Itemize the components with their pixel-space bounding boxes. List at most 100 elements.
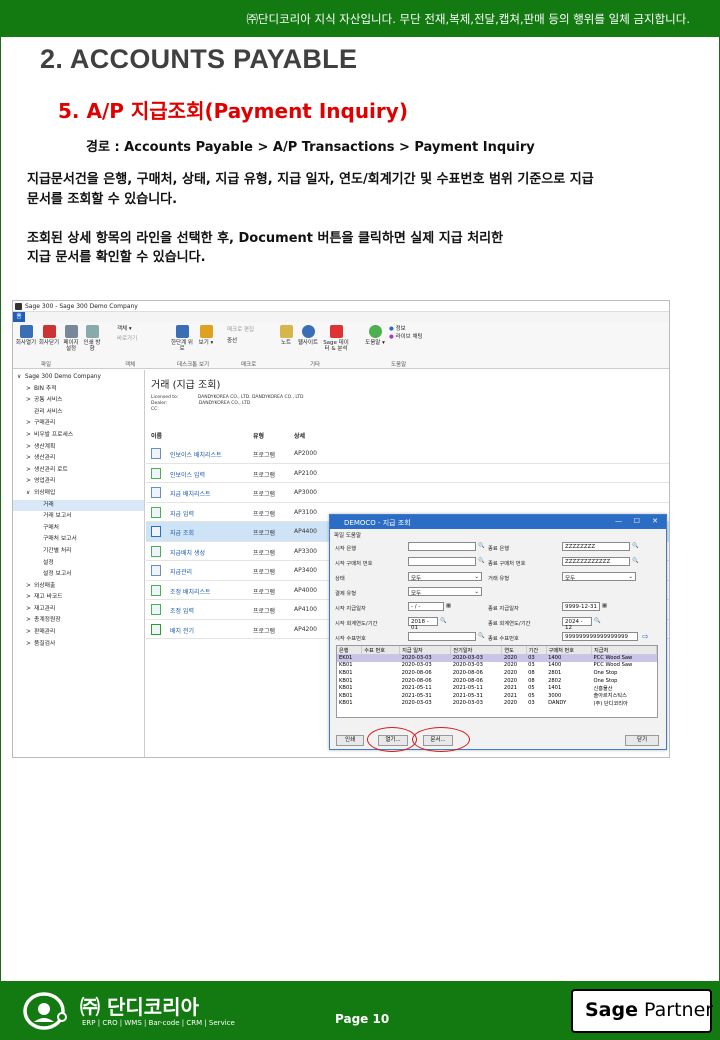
tree-arrow-icon[interactable]: > xyxy=(26,627,34,639)
grid-column-header[interactable]: 전기일자 xyxy=(450,646,503,654)
tree-item[interactable]: 설정 보고서 xyxy=(13,569,144,581)
to-vendor-field[interactable]: ZZZZZZZZZZZZ xyxy=(562,557,630,566)
grid-column-header[interactable]: 지급 일자 xyxy=(399,646,452,654)
tree-item[interactable]: > 재고관리 xyxy=(13,604,144,616)
tree-arrow-icon[interactable]: > xyxy=(26,465,34,477)
tree-item[interactable]: > 외상매출 xyxy=(13,581,144,593)
tree-item[interactable]: 거래 보고서 xyxy=(13,511,144,523)
tree-item[interactable]: 거래 xyxy=(13,499,144,512)
tree-arrow-icon[interactable]: > xyxy=(26,384,34,396)
close-company-button[interactable]: 회사닫기 xyxy=(38,325,60,346)
tree-arrow-icon[interactable]: > xyxy=(26,476,34,488)
edit-macro-button[interactable]: 매크로 편집 xyxy=(227,327,269,333)
close-icon[interactable]: ✕ xyxy=(652,517,658,525)
tree-item[interactable]: > 재고 바코드 xyxy=(13,592,144,604)
program-name[interactable]: 인보이스 배치리스트 xyxy=(170,450,222,459)
program-name[interactable]: 배치 전기 xyxy=(170,626,194,635)
tree-arrow-icon[interactable]: > xyxy=(26,604,34,616)
from-period-field[interactable]: 2018 - 01 xyxy=(408,617,438,631)
grid-row[interactable]: KB01 2020-08-06 2020-08-06 2020 08 2802 One St… xyxy=(337,677,657,685)
page-setup-button[interactable]: 페이지 설정 xyxy=(61,325,81,352)
grid-row[interactable]: KB01 2021-05-31 2021-05-31 2021 05 3000 솔아르지스틱… xyxy=(337,692,657,700)
tree-arrow-icon[interactable]: > xyxy=(26,453,34,465)
tree-arrow-icon[interactable]: ∨ xyxy=(17,372,25,384)
calendar-icon[interactable]: ▦ xyxy=(602,603,607,609)
search-icon[interactable]: 🔍 xyxy=(440,618,447,624)
program-name[interactable]: 조정 입력 xyxy=(170,606,194,615)
program-name[interactable]: 지급 입력 xyxy=(170,509,194,518)
status-select[interactable]: 모두 ⌄ xyxy=(408,572,482,582)
grid-row[interactable]: KB01 2020-08-06 2020-08-06 2020 08 2801 One St… xyxy=(337,669,657,677)
program-name[interactable]: 인보이스 입력 xyxy=(170,470,205,479)
tree-arrow-icon[interactable]: > xyxy=(26,442,34,454)
search-icon[interactable]: 🔍 xyxy=(478,633,485,639)
tree-item[interactable]: ∨ Sage 300 Demo Company xyxy=(13,372,144,384)
middle-line-button[interactable]: 중선 xyxy=(227,338,257,344)
tree-arrow-icon[interactable]: > xyxy=(26,639,34,651)
grid-column-header[interactable]: 기간 xyxy=(526,646,547,654)
to-check-field[interactable]: 999999999999999999 xyxy=(562,632,638,641)
tree-item[interactable]: > 비우발 프로세스 xyxy=(13,430,144,442)
from-bank-field[interactable] xyxy=(408,542,476,551)
tree-arrow-icon[interactable]: > xyxy=(26,592,34,604)
go-arrow-icon[interactable]: ⇨ xyxy=(642,632,649,641)
close-button[interactable]: 닫기 xyxy=(625,735,659,746)
from-date-field[interactable]: - / - xyxy=(408,602,444,611)
object-button[interactable]: 객체 ▾ xyxy=(117,326,145,332)
txn-type-select[interactable]: 모두 ⌄ xyxy=(562,572,636,582)
grid-column-header[interactable]: 연도 xyxy=(501,646,527,654)
tree-item[interactable]: > 영업관리 xyxy=(13,476,144,488)
program-row[interactable]: 지급 배치리스트 프로그램 AP3000 xyxy=(146,483,669,503)
tree-item[interactable]: 관리 서비스 xyxy=(13,407,144,419)
grid-row[interactable]: KB01 2021-05-11 2021-05-11 2021 05 1401 신흥물산 xyxy=(337,684,657,692)
grid-row[interactable]: KB01 2020-03-03 2020-03-03 2020 03 DANDY (주) 단… xyxy=(337,700,657,708)
grid-row[interactable]: EK01 2020-03-03 2020-03-03 2020 03 1400 PCC Wo… xyxy=(337,654,657,662)
tree-arrow-icon[interactable]: > xyxy=(26,581,34,593)
to-date-field[interactable]: 9999-12-31 xyxy=(562,602,600,611)
tree-item[interactable]: 기간별 처리 xyxy=(13,546,144,558)
tree-item[interactable]: ∨ 외상매입 xyxy=(13,488,144,500)
grid-column-header[interactable]: 지급처 xyxy=(591,646,657,654)
info-button[interactable]: ● 정보 xyxy=(389,326,419,332)
tree-item[interactable]: > 생산관리 xyxy=(13,453,144,465)
pay-type-select[interactable]: 모두 ⌄ xyxy=(408,587,482,597)
dialog-menu[interactable]: 파일 도움말 xyxy=(330,529,666,539)
tree-item[interactable]: > 생산계획 xyxy=(13,442,144,454)
program-row[interactable]: 인보이스 입력 프로그램 AP2100 xyxy=(146,464,669,483)
tree-item[interactable]: > BIN 추적 xyxy=(13,384,144,396)
col-type-header[interactable]: 유형 xyxy=(253,431,264,440)
grid-column-header[interactable]: 수표 번호 xyxy=(361,646,401,654)
up-level-button[interactable]: 한단계 위로 xyxy=(171,325,193,352)
from-check-field[interactable] xyxy=(408,632,476,641)
tree-item[interactable]: > 품질검사 xyxy=(13,639,144,651)
search-icon[interactable]: 🔍 xyxy=(478,543,485,549)
program-name[interactable]: 지급 배치리스트 xyxy=(170,489,211,498)
website-button[interactable]: 웹사이트 xyxy=(296,325,320,346)
print-button[interactable]: 인쇄 xyxy=(336,735,364,746)
tree-arrow-icon[interactable]: > xyxy=(26,430,34,442)
to-bank-field[interactable]: ZZZZZZZZ xyxy=(562,542,630,551)
calendar-icon[interactable]: ▦ xyxy=(446,603,451,609)
print-direction-button[interactable]: 인쇄 방향 xyxy=(82,325,102,352)
live-chat-button[interactable]: ● 라이브 채팅 xyxy=(389,334,429,340)
program-row[interactable]: 인보이스 배치리스트 프로그램 AP2000 xyxy=(146,444,669,464)
ribbon-tab-home[interactable]: 홈 xyxy=(13,312,25,322)
program-name[interactable]: 지급배치 생성 xyxy=(170,548,205,557)
minimize-icon[interactable]: — xyxy=(615,517,622,525)
grid-row[interactable]: KB01 2020-03-03 2020-03-03 2020 03 1400 PCC Wo… xyxy=(337,662,657,670)
tree-item[interactable]: > 구매관리 xyxy=(13,418,144,430)
notes-button[interactable]: 노트 xyxy=(277,325,295,346)
tree-item[interactable]: > 판매관리 xyxy=(13,627,144,639)
tree-item[interactable]: 구매처 보고서 xyxy=(13,534,144,546)
tree-item[interactable]: 구매처 xyxy=(13,523,144,535)
tree-arrow-icon[interactable]: > xyxy=(26,395,34,407)
col-name-header[interactable]: 이름 xyxy=(151,431,162,440)
search-icon[interactable]: 🔍 xyxy=(478,558,485,564)
tree-item[interactable]: 설정 xyxy=(13,558,144,570)
program-name[interactable]: 조정 배치리스트 xyxy=(170,587,211,596)
grid-column-header[interactable]: 은행 xyxy=(337,646,363,654)
tree-item[interactable]: > 생산관리 로트 xyxy=(13,465,144,477)
view-button[interactable]: 보기 ▾ xyxy=(195,325,217,346)
from-vendor-field[interactable] xyxy=(408,557,476,566)
help-button[interactable]: 도움말 ▾ xyxy=(365,325,385,346)
